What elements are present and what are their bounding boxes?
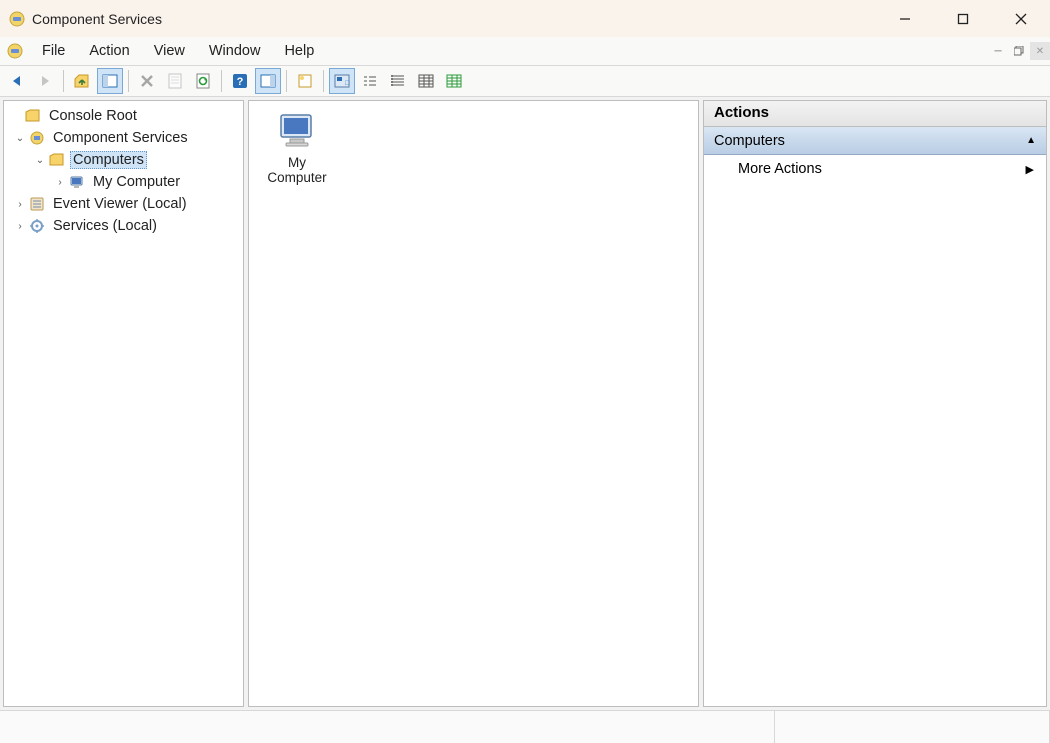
tree-label: Component Services xyxy=(50,129,191,147)
show-tree-button[interactable] xyxy=(97,68,123,94)
actions-pane-button[interactable] xyxy=(255,68,281,94)
back-button[interactable] xyxy=(4,68,30,94)
tree-node-computers[interactable]: ⌄ Computers xyxy=(6,149,241,171)
menu-window[interactable]: Window xyxy=(197,40,273,62)
refresh-button[interactable] xyxy=(190,68,216,94)
toolbar-separator xyxy=(63,70,64,92)
content-panel[interactable]: My Computer xyxy=(248,100,699,707)
minimize-button[interactable] xyxy=(876,0,934,37)
view-list1-button[interactable] xyxy=(357,68,383,94)
statusbar xyxy=(0,710,1050,743)
mdi-close-button[interactable]: ✕ xyxy=(1030,42,1050,60)
forward-button[interactable] xyxy=(32,68,58,94)
component-services-icon xyxy=(28,129,46,147)
tree-label: Services (Local) xyxy=(50,217,160,235)
tree-label: Event Viewer (Local) xyxy=(50,195,190,213)
toolbar-separator xyxy=(128,70,129,92)
titlebar: Component Services xyxy=(0,0,1050,37)
tree-node-component-services[interactable]: ⌄ Component Services xyxy=(6,127,241,149)
maximize-button[interactable] xyxy=(934,0,992,37)
properties-button[interactable] xyxy=(162,68,188,94)
actions-group-label: Computers xyxy=(714,133,785,149)
app-icon xyxy=(8,10,26,28)
services-icon xyxy=(28,217,46,235)
collapse-twisty-icon[interactable]: ⌄ xyxy=(32,155,48,166)
folder-icon xyxy=(48,151,66,169)
workspace: Console Root ⌄ Component Services ⌄ Comp… xyxy=(0,97,1050,710)
toolbar-separator xyxy=(221,70,222,92)
menu-view[interactable]: View xyxy=(142,40,197,62)
mdi-controls: ─ ✕ xyxy=(987,37,1050,65)
collapse-twisty-icon[interactable]: ⌄ xyxy=(12,133,28,144)
submenu-arrow-icon: ▶ xyxy=(1026,163,1034,176)
tree-node-my-computer[interactable]: › My Computer xyxy=(6,171,241,193)
event-viewer-icon xyxy=(28,195,46,213)
status-cell xyxy=(0,711,775,743)
tree-panel[interactable]: Console Root ⌄ Component Services ⌄ Comp… xyxy=(3,100,244,707)
expand-twisty-icon[interactable]: › xyxy=(52,177,68,188)
view-detail1-button[interactable] xyxy=(413,68,439,94)
action-label: More Actions xyxy=(738,161,822,177)
tree-node-console-root[interactable]: Console Root xyxy=(6,105,241,127)
folder-icon xyxy=(24,107,42,125)
mdi-minimize-button[interactable]: ─ xyxy=(988,42,1008,60)
computer-icon xyxy=(68,173,86,191)
window-controls xyxy=(876,0,1050,37)
mmc-icon xyxy=(6,42,24,60)
menu-file[interactable]: File xyxy=(30,40,77,62)
svg-text:?: ? xyxy=(237,76,244,88)
mdi-restore-button[interactable] xyxy=(1009,42,1029,60)
toolbar: ? □ xyxy=(0,66,1050,97)
console-tree[interactable]: Console Root ⌄ Component Services ⌄ Comp… xyxy=(6,105,241,237)
tree-node-event-viewer[interactable]: › Event Viewer (Local) xyxy=(6,193,241,215)
listview-item-my-computer[interactable]: My Computer xyxy=(257,109,337,185)
expand-twisty-icon[interactable]: › xyxy=(12,221,28,232)
new-window-button[interactable] xyxy=(292,68,318,94)
menubar: File Action View Window Help ─ ✕ xyxy=(0,37,1050,66)
toolbar-separator xyxy=(323,70,324,92)
expand-twisty-icon[interactable]: › xyxy=(12,199,28,210)
collapse-icon[interactable]: ▲ xyxy=(1026,135,1036,146)
view-detail2-button[interactable] xyxy=(441,68,467,94)
menu-action[interactable]: Action xyxy=(77,40,141,62)
computer-icon xyxy=(276,109,318,151)
close-button[interactable] xyxy=(992,0,1050,37)
actions-header: Actions xyxy=(704,101,1046,127)
listview-item-label: My Computer xyxy=(257,155,337,185)
tree-label: My Computer xyxy=(90,173,183,191)
actions-group-computers[interactable]: Computers ▲ xyxy=(704,127,1046,155)
actions-panel: Actions Computers ▲ More Actions ▶ xyxy=(703,100,1047,707)
status-cell xyxy=(775,711,1050,743)
delete-button[interactable] xyxy=(134,68,160,94)
up-level-button[interactable] xyxy=(69,68,95,94)
view-list2-button[interactable] xyxy=(385,68,411,94)
menu-help[interactable]: Help xyxy=(272,40,326,62)
help-button[interactable]: ? xyxy=(227,68,253,94)
window-title: Component Services xyxy=(32,11,876,27)
tree-node-services[interactable]: › Services (Local) xyxy=(6,215,241,237)
tree-label: Computers xyxy=(70,151,147,169)
view-status-button[interactable]: □ xyxy=(329,68,355,94)
toolbar-separator xyxy=(286,70,287,92)
action-more-actions[interactable]: More Actions ▶ xyxy=(704,155,1046,183)
tree-label: Console Root xyxy=(46,107,140,125)
